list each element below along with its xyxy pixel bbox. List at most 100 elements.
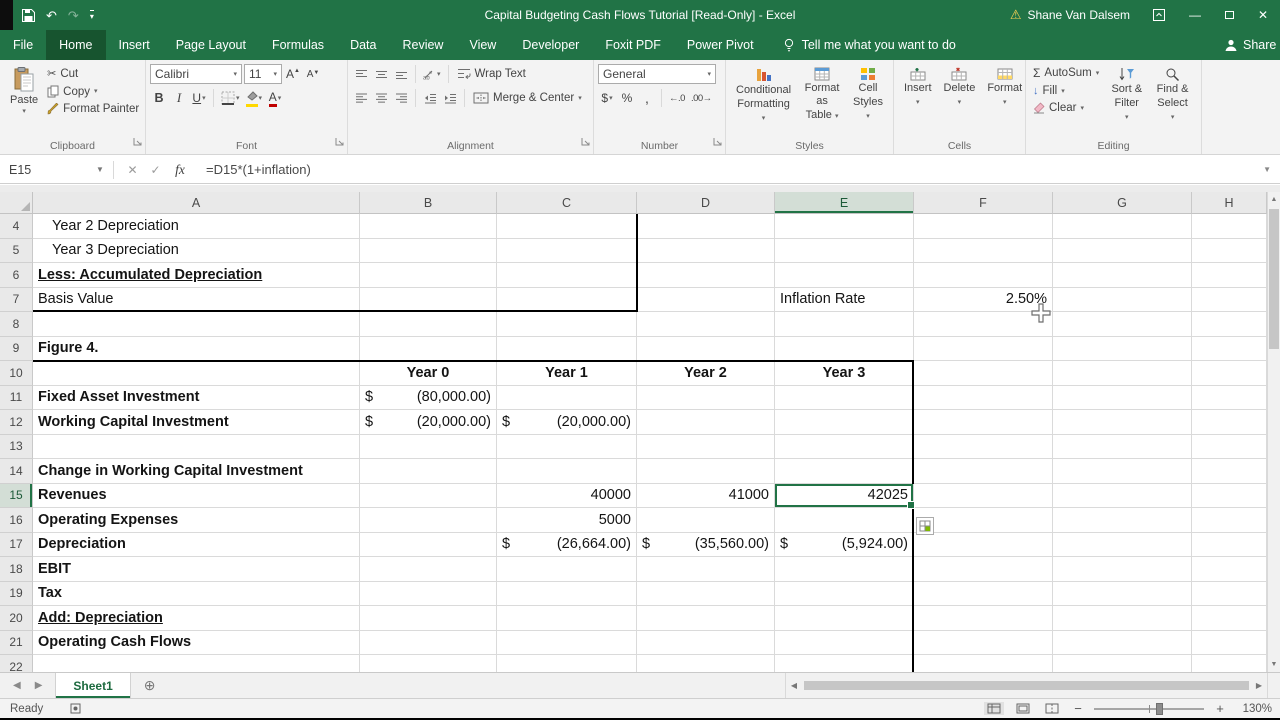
cell-C20[interactable] <box>497 606 637 631</box>
cell-E4[interactable] <box>775 214 914 239</box>
cell-D10[interactable]: Year 2 <box>637 361 775 386</box>
cell-G22[interactable] <box>1053 655 1192 672</box>
cell-C14[interactable] <box>497 459 637 484</box>
cell-B6[interactable] <box>360 263 497 288</box>
column-header-F[interactable]: F <box>914 192 1053 214</box>
cell-C6[interactable] <box>497 263 637 288</box>
clipboard-dialog-launcher[interactable] <box>133 133 142 151</box>
ribbon-tab-formulas[interactable]: Formulas <box>259 30 337 60</box>
ribbon-tab-foxit-pdf[interactable]: Foxit PDF <box>592 30 674 60</box>
cell-G14[interactable] <box>1053 459 1192 484</box>
cell-D6[interactable] <box>637 263 775 288</box>
insert-function-button[interactable]: fx <box>167 162 193 178</box>
row-header-15[interactable]: 15 <box>0 483 33 508</box>
row-header-7[interactable]: 7 <box>0 287 33 312</box>
cell-E14[interactable] <box>775 459 914 484</box>
align-bottom-button[interactable] <box>392 64 410 84</box>
font-color-button[interactable]: A ▾ <box>266 88 284 108</box>
font-name-select[interactable]: Calibri ▾ <box>150 64 242 84</box>
formula-input[interactable]: =D15*(1+inflation) <box>206 162 311 177</box>
row-header-17[interactable]: 17 <box>0 532 33 557</box>
paste-button[interactable]: Paste ▾ <box>4 64 44 138</box>
autofill-options-button[interactable] <box>916 517 934 535</box>
cell-H11[interactable] <box>1192 385 1267 410</box>
cell-E15[interactable]: 42025 <box>775 483 915 509</box>
cell-A22[interactable] <box>33 655 360 672</box>
zoom-out-button[interactable]: − <box>1071 701 1085 716</box>
cell-H20[interactable] <box>1192 606 1267 631</box>
row-header-21[interactable]: 21 <box>0 630 33 655</box>
vertical-scrollbar-thumb[interactable] <box>1269 209 1279 349</box>
cell-D17[interactable]: $ (35,560.00) <box>637 532 775 557</box>
row-header-5[interactable]: 5 <box>0 238 33 263</box>
cell-A17[interactable]: Depreciation <box>33 532 360 557</box>
macro-record-button[interactable] <box>70 703 81 714</box>
orientation-button[interactable]: ab ▾ <box>421 64 443 84</box>
cell-D8[interactable] <box>637 312 775 337</box>
cell-F18[interactable] <box>914 557 1053 582</box>
cell-F20[interactable] <box>914 606 1053 631</box>
cell-G10[interactable] <box>1053 361 1192 386</box>
cell-E9[interactable] <box>775 336 914 361</box>
cell-G7[interactable] <box>1053 287 1192 312</box>
row-header-19[interactable]: 19 <box>0 581 33 606</box>
cell-A13[interactable] <box>33 434 360 459</box>
qat-customize-button[interactable]: ▾ <box>89 9 94 21</box>
cell-B12[interactable]: $ (20,000.00) <box>360 410 497 435</box>
cell-F8[interactable] <box>914 312 1053 337</box>
cell-H12[interactable] <box>1192 410 1267 435</box>
cell-F6[interactable] <box>914 263 1053 288</box>
cell-F4[interactable] <box>914 214 1053 239</box>
align-middle-button[interactable] <box>372 64 390 84</box>
cell-A6[interactable]: Less: Accumulated Depreciation <box>33 263 360 288</box>
cell-H4[interactable] <box>1192 214 1267 239</box>
cell-D15[interactable]: 41000 <box>637 483 775 508</box>
cell-F15[interactable] <box>914 483 1053 508</box>
cell-F7[interactable]: 2.50% <box>914 287 1053 312</box>
cell-E19[interactable] <box>775 581 914 606</box>
cell-F17[interactable] <box>914 532 1053 557</box>
undo-button[interactable]: ↶ <box>46 9 57 22</box>
cell-G4[interactable] <box>1053 214 1192 239</box>
cell-D13[interactable] <box>637 434 775 459</box>
cell-H22[interactable] <box>1192 655 1267 672</box>
cell-C18[interactable] <box>497 557 637 582</box>
cell-H5[interactable] <box>1192 238 1267 263</box>
cell-C10[interactable]: Year 1 <box>497 361 637 386</box>
zoom-percent[interactable]: 130% <box>1236 703 1272 715</box>
column-header-H[interactable]: H <box>1192 192 1267 214</box>
cell-G16[interactable] <box>1053 508 1192 533</box>
column-header-A[interactable]: A <box>33 192 360 214</box>
cell-A21[interactable]: Operating Cash Flows <box>33 630 360 655</box>
cell-D14[interactable] <box>637 459 775 484</box>
accounting-format-button[interactable]: $ ▾ <box>598 88 616 108</box>
delete-button[interactable]: Delete ▾ <box>938 64 982 138</box>
redo-button[interactable]: ↷ <box>68 9 79 22</box>
sheet-nav-left-button[interactable]: ◀ <box>13 680 21 691</box>
cell-styles-button[interactable]: Cell Styles ▾ <box>847 64 889 138</box>
cell-D21[interactable] <box>637 630 775 655</box>
cell-D19[interactable] <box>637 581 775 606</box>
cell-C9[interactable] <box>497 336 637 361</box>
cell-C8[interactable] <box>497 312 637 337</box>
cell-A15[interactable]: Revenues <box>33 483 360 508</box>
cell-C19[interactable] <box>497 581 637 606</box>
align-top-button[interactable] <box>352 64 370 84</box>
cell-A19[interactable]: Tax <box>33 581 360 606</box>
cell-C11[interactable] <box>497 385 637 410</box>
fill-color-button[interactable]: ▾ <box>244 88 265 108</box>
conditional-formatting-button[interactable]: Conditional Formatting ▾ <box>730 64 797 138</box>
cell-D12[interactable] <box>637 410 775 435</box>
ribbon-tab-developer[interactable]: Developer <box>509 30 592 60</box>
alignment-dialog-launcher[interactable] <box>581 133 590 151</box>
cell-C15[interactable]: 40000 <box>497 483 637 508</box>
cell-H6[interactable] <box>1192 263 1267 288</box>
cell-H10[interactable] <box>1192 361 1267 386</box>
cell-B10[interactable]: Year 0 <box>360 361 497 386</box>
cell-G13[interactable] <box>1053 434 1192 459</box>
cell-A16[interactable]: Operating Expenses <box>33 508 360 533</box>
name-box[interactable]: E15 <box>0 156 90 183</box>
number-dialog-launcher[interactable] <box>713 133 722 151</box>
cell-H15[interactable] <box>1192 483 1267 508</box>
cell-H7[interactable] <box>1192 287 1267 312</box>
